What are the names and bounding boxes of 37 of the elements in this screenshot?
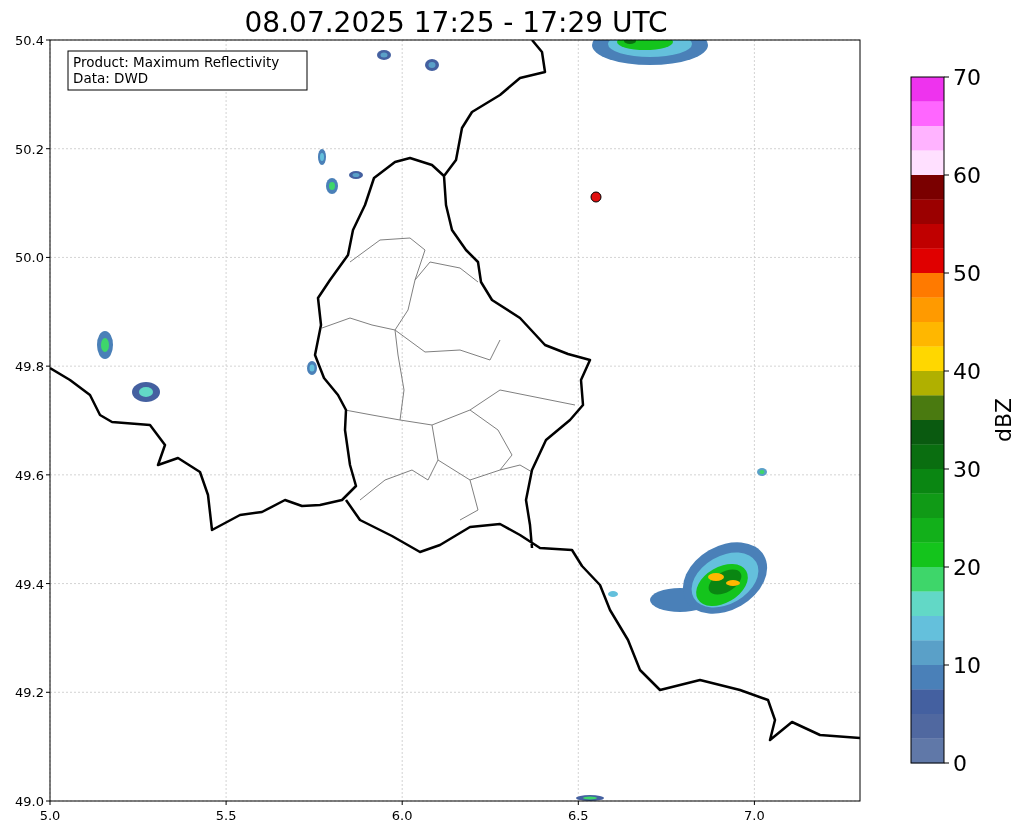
radar-echo [307,361,317,375]
axis-tick-label: 49.6 [15,467,44,483]
axis-tick-label: 49.0 [15,794,44,809]
location-marker [590,191,602,203]
radar-echo [576,795,604,801]
axis-tick-label: 6.5 [567,808,589,823]
colorbar-label: dBZ [991,397,1016,443]
radar-echo [318,149,326,165]
colorbar-tick-label: 40 [953,359,981,384]
colorbar-tick-label: 60 [953,163,981,188]
axis-tick-label: 49.4 [15,576,44,592]
axis-tick-label: 7.0 [744,808,765,823]
axis-tick-label: 50.0 [15,250,44,266]
radar-echo [132,382,160,402]
radar-echo [349,171,363,179]
radar-echo [608,591,618,597]
info-text: Data: DWD [73,70,149,86]
axis-tick-label: 50.2 [15,141,44,157]
colorbar-tick-label: 50 [953,261,981,286]
colorbar-tick-label: 30 [953,457,981,482]
colorbar-tick-label: 0 [953,751,967,776]
radar-echo [425,59,439,71]
info-text: Product: Maximum Reflectivity [73,54,280,70]
colorbar-tick-label: 20 [953,555,981,580]
colorbar-tick-label: 10 [953,653,981,678]
radar-echo [757,468,767,476]
radar-echo [326,178,338,194]
axis-tick-label: 6.0 [391,808,413,823]
radar-echo [377,50,391,60]
chart-title: 08.07.2025 17:25 - 17:29 UTC [244,6,668,39]
colorbar-tick-label: 70 [953,65,981,90]
radar-echo [97,331,113,359]
axis-tick-label: 5.0 [39,808,61,823]
axis-tick-label: 49.2 [15,685,44,701]
axis-tick-label: 50.4 [15,33,44,48]
axis-tick-label: 5.5 [215,808,237,823]
axis-tick-label: 49.8 [15,359,44,375]
